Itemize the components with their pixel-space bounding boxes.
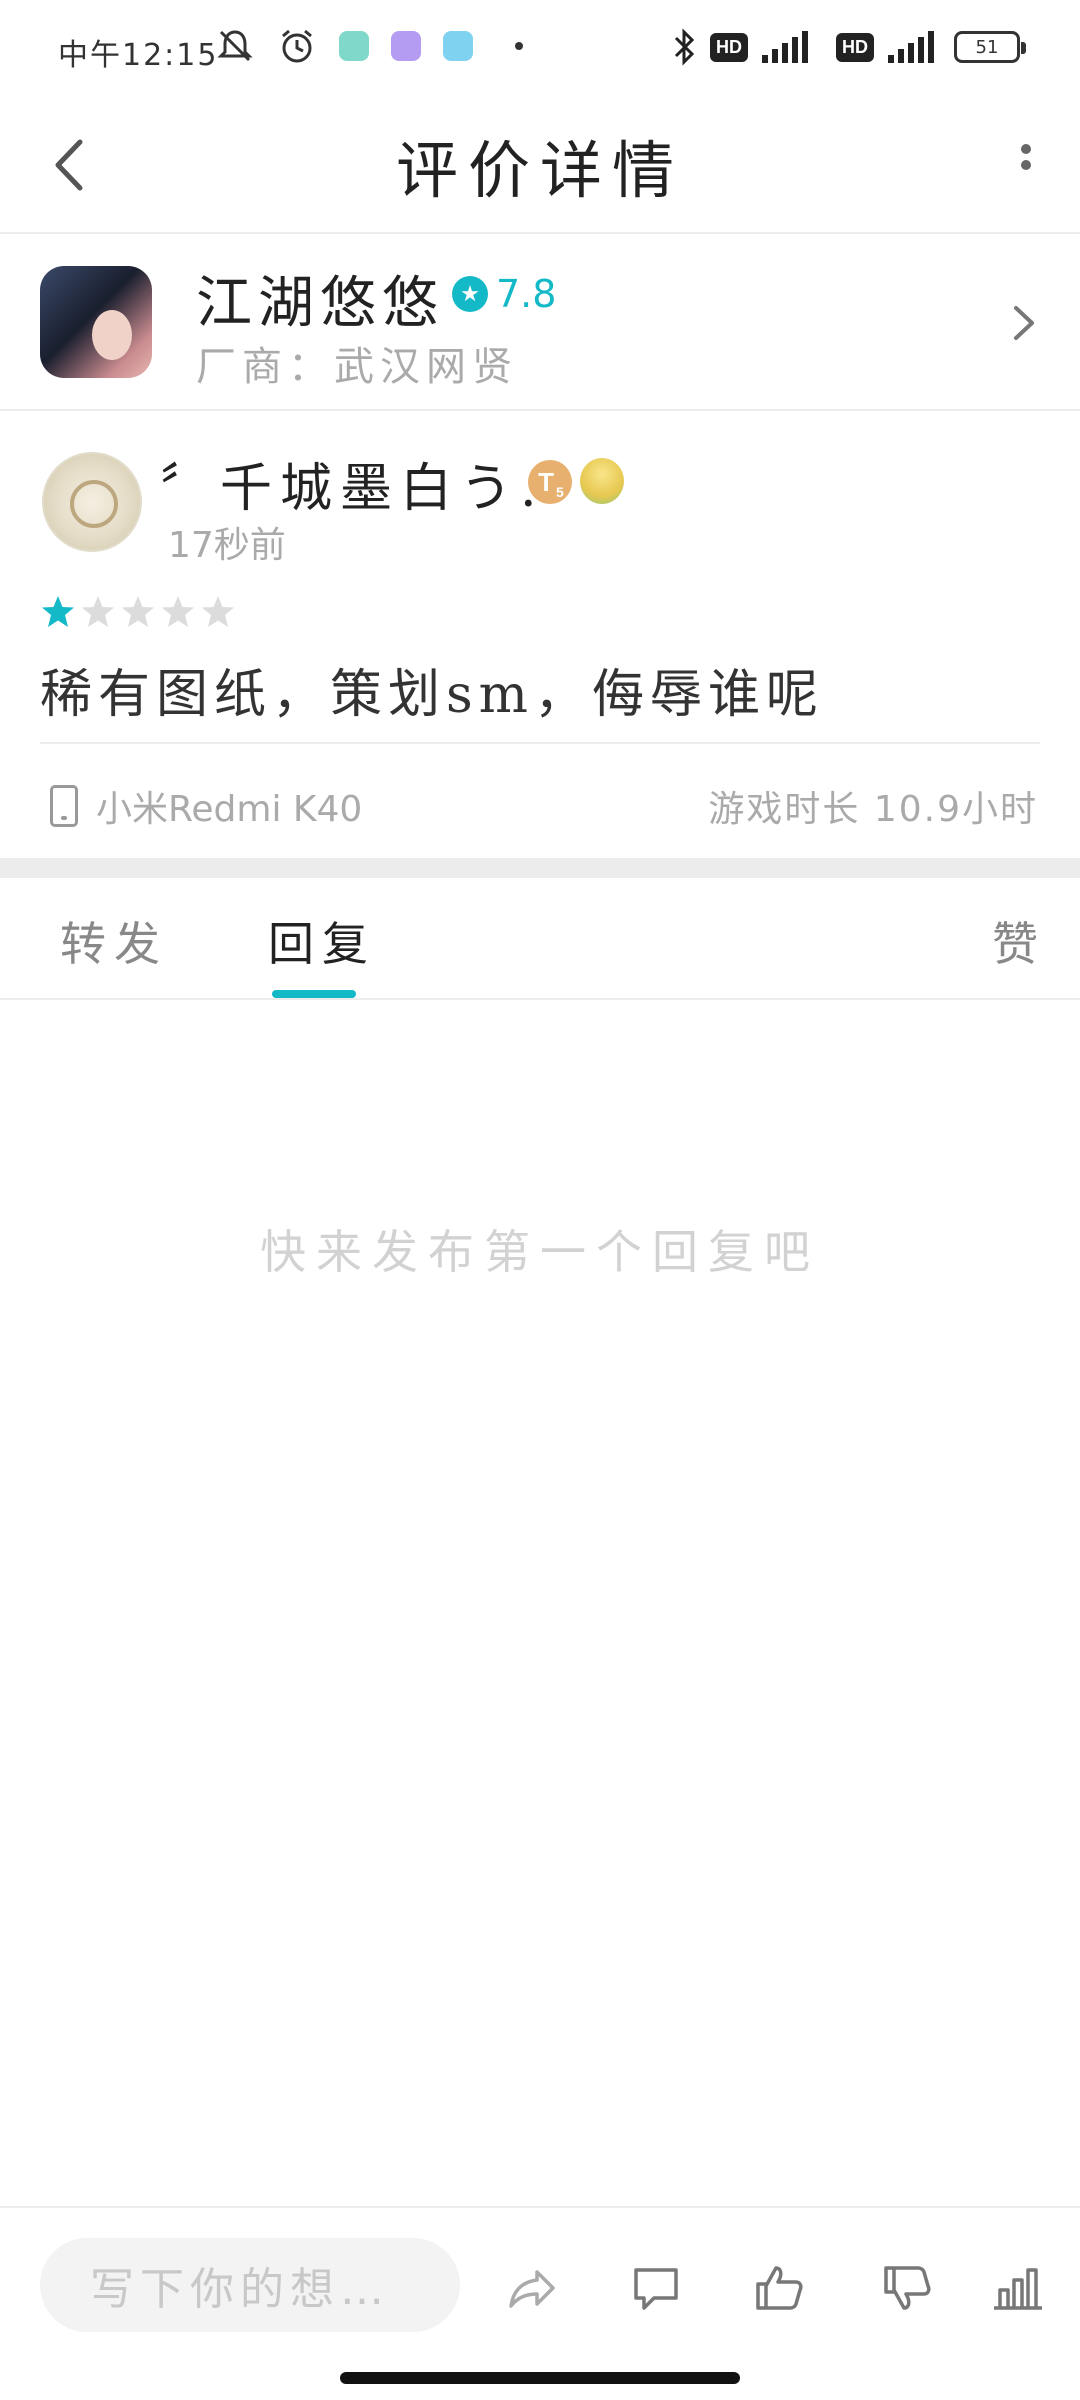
app-notification-icon	[391, 31, 421, 61]
empty-replies-message: 快来发布第一个回复吧	[260, 1225, 820, 1279]
star-badge-icon: ★	[452, 276, 488, 312]
status-icons-right: HD HD 51	[672, 28, 1026, 66]
device-info: 小米Redmi K40	[50, 780, 362, 832]
chevron-right-icon	[1014, 306, 1034, 340]
tab-reply[interactable]: 回复	[268, 908, 376, 974]
reply-input-placeholder: 写下你的想…	[90, 2264, 390, 2315]
tab-like[interactable]: 赞	[992, 908, 1046, 974]
bell-off-icon	[217, 30, 253, 62]
more-options-icon[interactable]	[1006, 138, 1046, 192]
bottom-action-bar: 写下你的想…	[0, 2206, 1080, 2356]
status-time: 中午12:15	[58, 38, 219, 73]
game-icon-art	[92, 310, 132, 360]
tab-active-indicator	[272, 990, 356, 998]
battery-icon: 51	[954, 31, 1026, 63]
avatar[interactable]	[42, 452, 142, 552]
tab-forward[interactable]: 转发	[60, 908, 168, 974]
game-info-row[interactable]: 江湖悠悠 ★ 7.8 厂商：武汉网贤	[0, 236, 1080, 411]
share-icon[interactable]	[505, 2260, 561, 2316]
more-dot	[1021, 160, 1031, 170]
star-empty-icon	[162, 596, 194, 627]
more-dot	[1021, 144, 1031, 154]
app-notification-icon-2	[443, 31, 473, 61]
stats-chart-icon[interactable]	[990, 2260, 1046, 2316]
reply-input[interactable]: 写下你的想…	[40, 2238, 460, 2332]
alarm-icon	[282, 29, 312, 63]
wechat-icon	[339, 31, 369, 61]
game-name: 江湖悠悠	[196, 271, 444, 336]
game-rating: ★ 7.8	[452, 272, 556, 316]
level-badge-letter: T	[538, 466, 555, 497]
level-badge: T5	[528, 460, 572, 504]
star-empty-icon	[122, 596, 154, 627]
comment-icon[interactable]	[628, 2260, 684, 2316]
star-rating	[40, 594, 236, 630]
thumbs-down-icon[interactable]	[880, 2260, 936, 2316]
hd-badge-2: HD	[836, 32, 874, 62]
review-text: 稀有图纸，策划sm，侮辱谁呢	[40, 665, 824, 725]
signal-icon-2	[888, 31, 934, 63]
review-card: 〞千城墨白う. T5 17秒前 稀有图纸，策划sm，侮辱谁呢 小米Redmi K…	[0, 412, 1080, 857]
star-filled-icon	[42, 596, 74, 627]
character-badge-icon	[580, 458, 624, 504]
game-icon	[40, 266, 152, 378]
reviewer-name[interactable]: 〞千城墨白う.	[160, 446, 545, 521]
bluetooth-icon	[674, 28, 695, 66]
thumbs-up-icon[interactable]	[752, 2260, 808, 2316]
play-time: 游戏时长 10.9小时	[708, 789, 1038, 830]
review-time: 17秒前	[168, 525, 286, 566]
phone-icon	[50, 785, 78, 827]
star-empty-icon	[202, 596, 234, 627]
device-name: 小米Redmi K40	[96, 789, 363, 830]
title-bar: 评价详情	[0, 100, 1080, 234]
section-separator	[0, 858, 1080, 878]
page-title: 评价详情	[395, 134, 684, 207]
avatar-art	[70, 480, 118, 528]
status-bar: 中午12:15 HD HD 51	[0, 0, 1080, 100]
game-vendor: 厂商：武汉网贤	[196, 344, 518, 390]
status-icons-left	[215, 26, 523, 66]
signal-icon	[762, 31, 808, 63]
star-empty-icon	[82, 596, 114, 627]
rating-score: 7.8	[496, 272, 557, 316]
more-notifications-dot	[515, 42, 523, 50]
divider	[40, 742, 1040, 744]
home-indicator[interactable]	[340, 2372, 740, 2384]
hd-badge: HD	[710, 32, 748, 62]
tab-bar: 转发 回复 赞	[0, 878, 1080, 1000]
level-badge-number: 5	[556, 484, 564, 500]
